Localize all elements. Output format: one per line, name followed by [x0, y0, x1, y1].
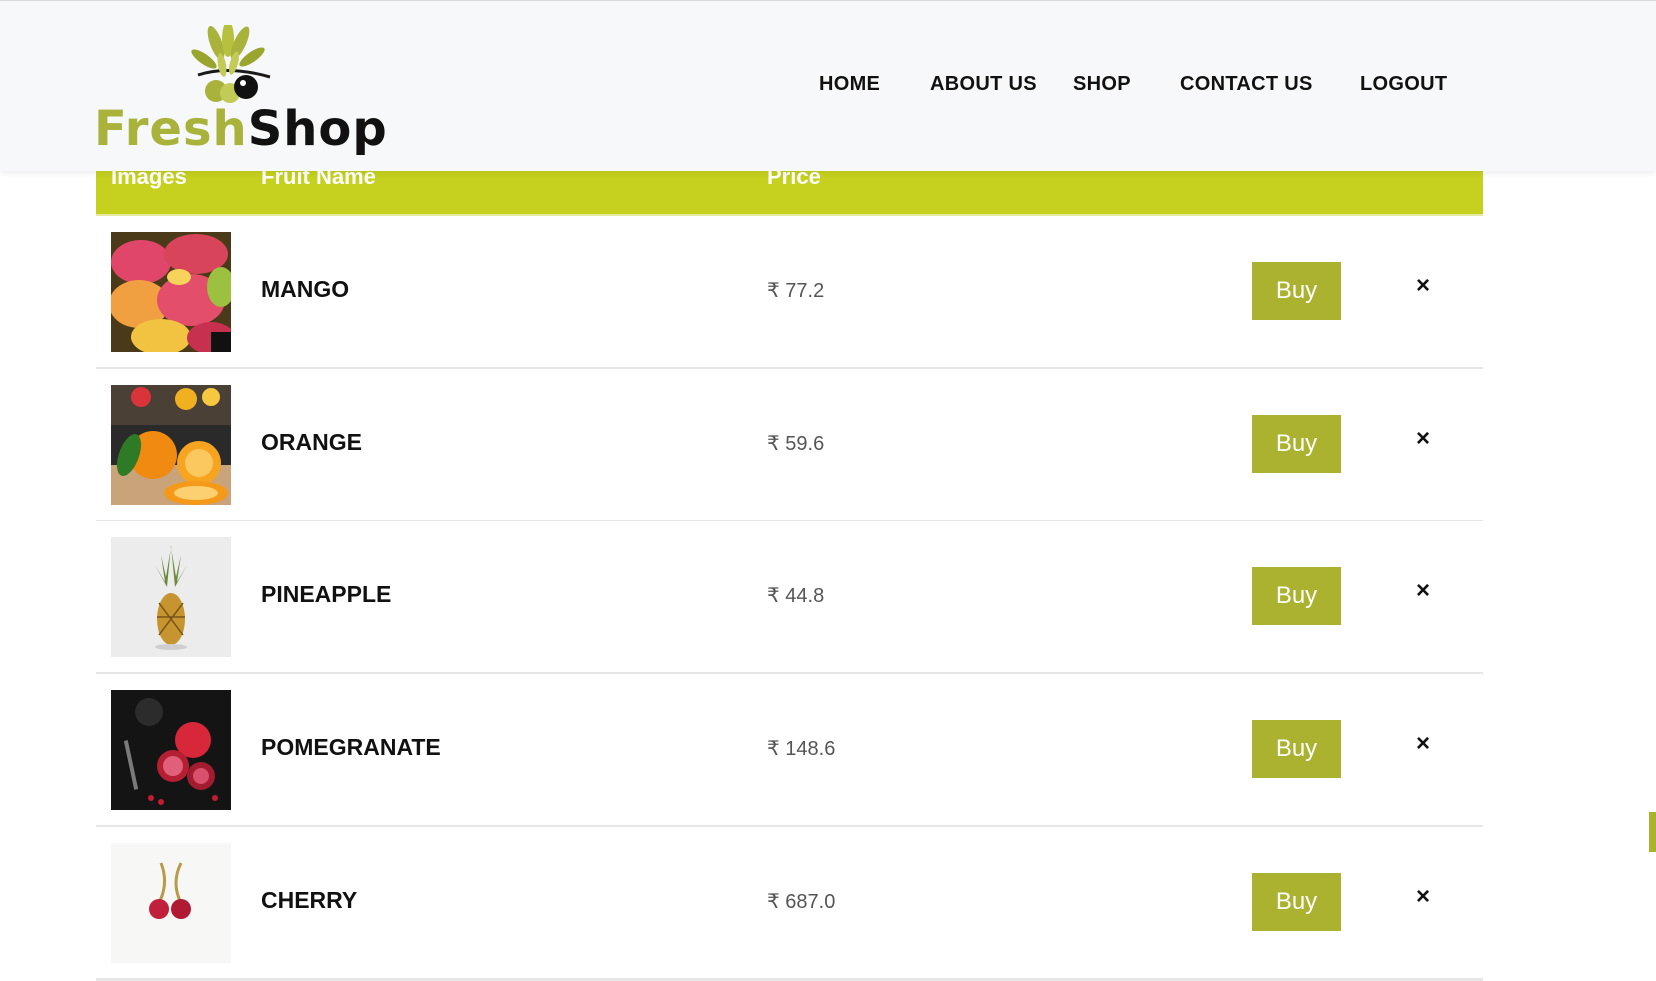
buy-button[interactable]: Buy	[1252, 567, 1341, 625]
fruit-name: PINEAPPLE	[261, 581, 392, 607]
nav-shop[interactable]: SHOP	[1073, 73, 1131, 96]
fruit-name: MANGO	[261, 276, 350, 302]
mango-photo	[111, 232, 231, 352]
fruit-price: ₹ 44.8	[767, 585, 825, 607]
back-to-top-tab[interactable]	[1649, 812, 1656, 852]
remove-icon[interactable]: ×	[1416, 427, 1430, 451]
pineapple-photo	[111, 537, 231, 657]
buy-button[interactable]: Buy	[1252, 262, 1341, 320]
cherry-photo	[111, 843, 231, 963]
table-row: PINEAPPLE ₹ 44.8 Buy ×	[96, 521, 1483, 675]
site-header: FreshShop HOME ABOUT US SHOP CONTACT US …	[0, 0, 1656, 171]
fruit-name: CHERRY	[261, 887, 358, 913]
fruit-price: ₹ 59.6	[767, 433, 825, 455]
buy-button[interactable]: Buy	[1252, 720, 1341, 778]
buy-button[interactable]: Buy	[1252, 415, 1341, 473]
fruit-price: ₹ 148.6	[767, 738, 836, 760]
remove-icon[interactable]: ×	[1416, 274, 1430, 298]
fruit-name: POMEGRANATE	[261, 734, 441, 760]
nav-home[interactable]: HOME	[819, 73, 880, 96]
buy-button[interactable]: Buy	[1252, 873, 1341, 931]
table-row: POMEGRANATE ₹ 148.6 Buy ×	[96, 674, 1483, 828]
remove-icon[interactable]: ×	[1416, 579, 1430, 603]
nav-logout[interactable]: LOGOUT	[1360, 73, 1447, 96]
fruit-price: ₹ 77.2	[767, 280, 825, 302]
pomegranate-photo	[111, 690, 231, 810]
table-row: CHERRY ₹ 687.0 Buy ×	[96, 827, 1483, 981]
remove-icon[interactable]: ×	[1416, 885, 1430, 909]
fruit-price: ₹ 687.0	[767, 891, 836, 913]
orange-photo	[111, 385, 231, 505]
logo-wordmark: FreshShop	[94, 101, 388, 157]
nav-contact-us[interactable]: CONTACT US	[1180, 73, 1313, 96]
fruit-name: ORANGE	[261, 429, 362, 455]
freshshop-logo[interactable]: FreshShop	[94, 25, 387, 155]
table-row: MANGO ₹ 77.2 Buy ×	[96, 216, 1483, 370]
remove-icon[interactable]: ×	[1416, 732, 1430, 756]
nav-about-us[interactable]: ABOUT US	[930, 73, 1037, 96]
table-row: ORANGE ₹ 59.6 Buy ×	[96, 369, 1483, 523]
